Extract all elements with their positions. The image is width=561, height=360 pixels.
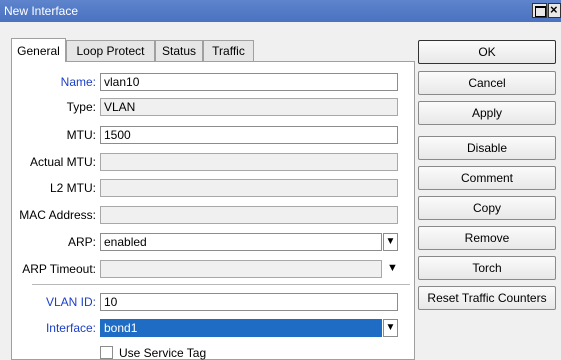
actual-mtu-field — [100, 153, 398, 171]
arp-timeout-dropdown-icon[interactable]: ▼ — [387, 262, 398, 274]
tab-status[interactable]: Status — [155, 40, 203, 62]
type-field: VLAN — [100, 98, 398, 116]
tab-loop-protect[interactable]: Loop Protect — [66, 40, 155, 62]
mtu-label: MTU: — [66, 128, 96, 142]
window-title: New Interface — [4, 4, 79, 18]
cancel-button[interactable]: Cancel — [418, 71, 556, 95]
actual-mtu-label: Actual MTU: — [29, 155, 96, 169]
arp-label: ARP: — [67, 235, 96, 249]
section-divider — [32, 284, 410, 285]
name-field[interactable]: vlan10 — [100, 73, 398, 91]
title-bar: New Interface × — [0, 0, 561, 22]
interface-dropdown-icon[interactable]: ▼ — [383, 319, 398, 337]
remove-button[interactable]: Remove — [418, 226, 556, 250]
comment-button[interactable]: Comment — [418, 166, 556, 190]
disable-button[interactable]: Disable — [418, 136, 556, 160]
arp-timeout-label: ARP Timeout: — [22, 262, 96, 276]
reset-traffic-counters-button[interactable]: Reset Traffic Counters — [418, 286, 556, 310]
copy-button[interactable]: Copy — [418, 196, 556, 220]
apply-button[interactable]: Apply — [418, 101, 556, 125]
tab-general[interactable]: General — [11, 38, 66, 62]
maximize-icon[interactable] — [532, 3, 547, 18]
general-panel: Name: vlan10 Type: VLAN MTU: 1500 Actual… — [11, 61, 415, 360]
vlan-id-field[interactable]: 10 — [100, 293, 398, 311]
vlan-id-label: VLAN ID: — [45, 295, 96, 309]
interface-select[interactable]: bond1 — [100, 319, 382, 337]
use-service-tag-checkbox[interactable] — [100, 346, 113, 359]
l2-mtu-label: L2 MTU: — [49, 181, 96, 195]
interface-label: Interface: — [45, 321, 96, 335]
use-service-tag-label: Use Service Tag — [119, 346, 207, 360]
arp-timeout-field — [100, 260, 382, 278]
l2-mtu-field — [100, 179, 398, 197]
mac-address-field — [100, 206, 398, 224]
type-label: Type: — [66, 100, 96, 114]
ok-button[interactable]: OK — [418, 40, 556, 64]
arp-dropdown-icon[interactable]: ▼ — [383, 233, 398, 251]
mac-address-label: MAC Address: — [19, 208, 96, 222]
close-icon[interactable]: × — [548, 2, 561, 18]
tab-traffic[interactable]: Traffic — [203, 40, 254, 62]
mtu-field[interactable]: 1500 — [100, 126, 398, 144]
torch-button[interactable]: Torch — [418, 256, 556, 280]
arp-select[interactable]: enabled — [100, 233, 382, 251]
name-label: Name: — [60, 75, 96, 89]
